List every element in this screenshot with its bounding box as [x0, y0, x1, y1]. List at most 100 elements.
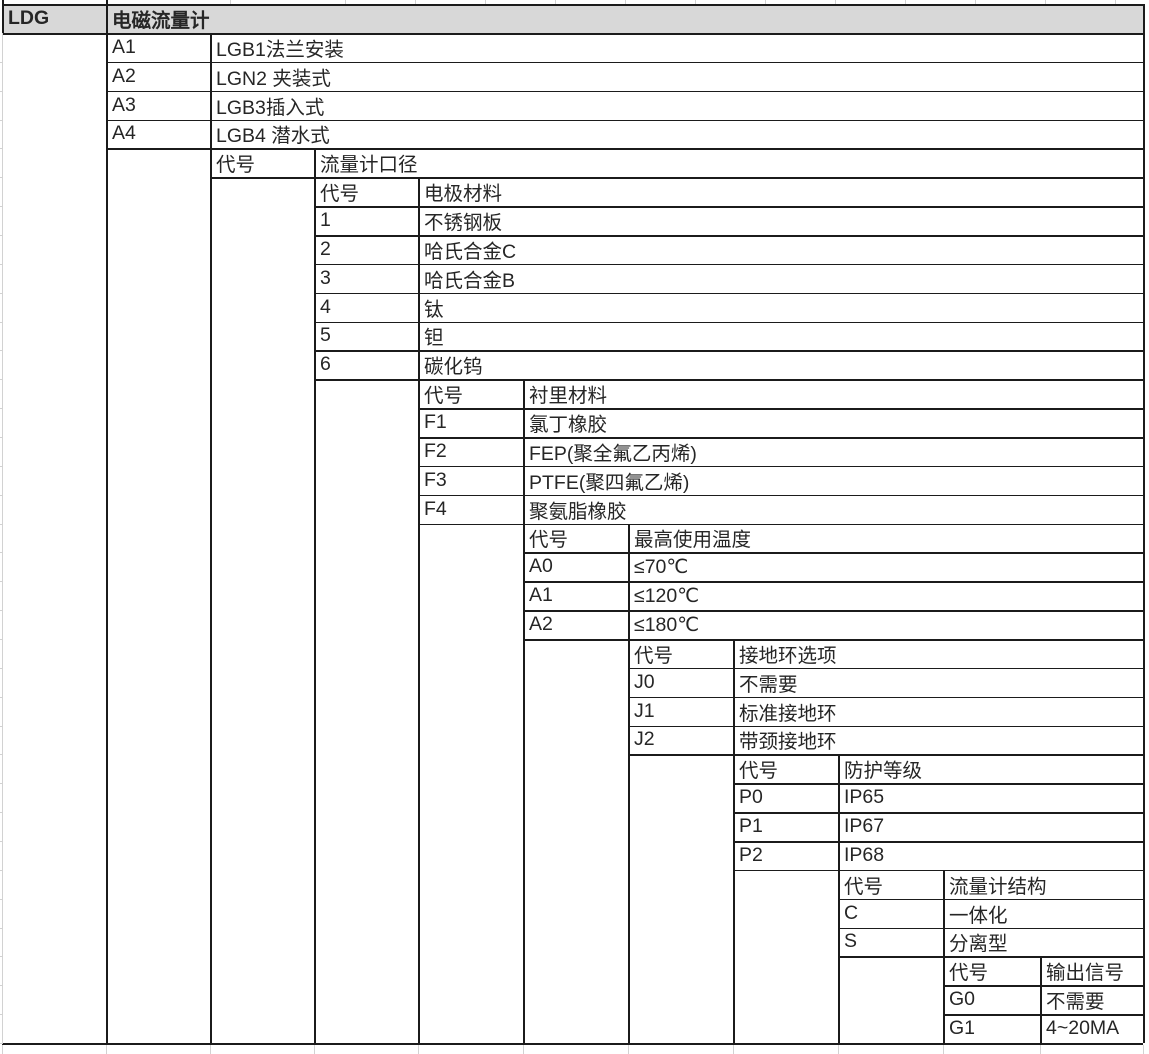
code-cell[interactable]: J0: [628, 668, 733, 697]
border-line: [314, 264, 1143, 266]
border-line: [106, 62, 1143, 64]
border-line: [418, 495, 1143, 497]
desc-cell[interactable]: 氯丁橡胶: [523, 408, 1143, 437]
code-cell[interactable]: 代号: [943, 956, 1040, 985]
code-cell[interactable]: J2: [628, 726, 733, 755]
code-cell[interactable]: A2: [106, 62, 210, 91]
code-cell[interactable]: A2: [523, 610, 628, 639]
code-cell[interactable]: 2: [314, 235, 418, 264]
desc-cell[interactable]: ≤180℃: [628, 610, 1143, 639]
desc-cell[interactable]: ≤120℃: [628, 581, 1143, 610]
grid-tick: [0, 812, 3, 813]
desc-cell[interactable]: IP68: [838, 841, 1143, 870]
desc-cell[interactable]: 钽: [418, 322, 1143, 351]
desc-cell[interactable]: 哈氏合金C: [418, 235, 1143, 264]
desc-cell[interactable]: 最高使用温度: [628, 524, 1143, 553]
desc-cell[interactable]: 不需要: [733, 668, 1143, 697]
grid-tick: [523, 1045, 524, 1054]
code-cell[interactable]: G0: [943, 985, 1040, 1014]
desc-cell[interactable]: 接地环选项: [733, 639, 1143, 668]
code-cell[interactable]: 代号: [733, 754, 838, 783]
grid-tick: [0, 379, 3, 380]
code-cell[interactable]: 4: [314, 293, 418, 322]
border-line: [1143, 4, 1145, 1043]
desc-cell[interactable]: FEP(聚全氟乙丙烯): [523, 437, 1143, 466]
border-line: [523, 552, 1143, 554]
desc-cell[interactable]: 钛: [418, 293, 1143, 322]
desc-cell[interactable]: 带颈接地环: [733, 726, 1143, 755]
code-cell[interactable]: G1: [943, 1014, 1040, 1043]
code-cell[interactable]: P0: [733, 783, 838, 812]
code-cell[interactable]: 代号: [210, 148, 314, 177]
code-cell[interactable]: 代号: [628, 639, 733, 668]
desc-cell[interactable]: 一体化: [943, 899, 1143, 928]
border-line: [628, 697, 1143, 699]
border-line: [628, 524, 630, 1043]
code-cell[interactable]: 代号: [838, 870, 943, 899]
desc-cell[interactable]: 衬里材料: [523, 379, 1143, 408]
desc-cell[interactable]: 不需要: [1040, 985, 1143, 1014]
desc-cell[interactable]: 不锈钢板: [418, 206, 1143, 235]
code-cell[interactable]: F4: [418, 495, 523, 524]
grid-tick: [0, 928, 3, 929]
desc-cell[interactable]: LGN2 夹装式: [210, 62, 1143, 91]
border-line: [314, 293, 1143, 295]
code-cell[interactable]: J1: [628, 697, 733, 726]
code-cell[interactable]: A3: [106, 91, 210, 120]
family-title-cell[interactable]: 电磁流量计: [106, 4, 1143, 33]
code-cell[interactable]: 5: [314, 322, 418, 351]
code-cell[interactable]: 代号: [523, 524, 628, 553]
desc-cell[interactable]: 4~20MA: [1040, 1014, 1143, 1043]
desc-cell[interactable]: 聚氨脂橡胶: [523, 495, 1143, 524]
grid-tick: [0, 552, 3, 553]
desc-cell[interactable]: LGB3插入式: [210, 91, 1143, 120]
desc-cell[interactable]: 流量计口径: [314, 148, 1143, 177]
border-line: [314, 379, 1143, 381]
grid-tick: [0, 437, 3, 438]
code-cell[interactable]: A4: [106, 120, 210, 149]
desc-cell[interactable]: 流量计结构: [943, 870, 1143, 899]
grid-tick: [0, 841, 3, 842]
grid-tick: [106, 0, 108, 4]
code-cell[interactable]: F3: [418, 466, 523, 495]
desc-cell[interactable]: 输出信号: [1040, 956, 1143, 985]
border-line: [106, 148, 1143, 150]
code-cell[interactable]: P1: [733, 812, 838, 841]
code-cell[interactable]: 6: [314, 350, 418, 379]
border-line: [523, 639, 1143, 641]
family-code-cell[interactable]: LDG: [2, 4, 106, 33]
desc-cell[interactable]: LGB4 潜水式: [210, 120, 1143, 149]
spreadsheet-canvas: LDG 电磁流量计 A1LGB1法兰安装A2LGN2 夹装式A3LGB3插入式A…: [0, 0, 1149, 1054]
desc-cell[interactable]: PTFE(聚四氟乙烯): [523, 466, 1143, 495]
desc-cell[interactable]: 防护等级: [838, 754, 1143, 783]
code-cell[interactable]: A1: [523, 581, 628, 610]
desc-cell[interactable]: 标准接地环: [733, 697, 1143, 726]
code-cell[interactable]: S: [838, 928, 943, 957]
border-line: [106, 4, 108, 1043]
desc-cell[interactable]: 电极材料: [418, 177, 1143, 206]
desc-cell[interactable]: LGB1法兰安装: [210, 33, 1143, 62]
border-line: [418, 466, 1143, 468]
code-cell[interactable]: A1: [106, 33, 210, 62]
grid-tick: [1045, 0, 1046, 4]
code-cell[interactable]: 1: [314, 206, 418, 235]
code-cell[interactable]: 3: [314, 264, 418, 293]
desc-cell[interactable]: ≤70℃: [628, 552, 1143, 581]
border-line: [418, 437, 1143, 439]
border-line: [943, 870, 945, 1043]
code-cell[interactable]: C: [838, 899, 943, 928]
border-line: [733, 783, 1143, 785]
desc-cell[interactable]: IP67: [838, 812, 1143, 841]
code-cell[interactable]: F2: [418, 437, 523, 466]
code-cell[interactable]: F1: [418, 408, 523, 437]
desc-cell[interactable]: 碳化钨: [418, 350, 1143, 379]
border-line: [418, 177, 420, 1043]
code-cell[interactable]: P2: [733, 841, 838, 870]
desc-cell[interactable]: 分离型: [943, 928, 1143, 957]
code-cell[interactable]: 代号: [418, 379, 523, 408]
desc-cell[interactable]: IP65: [838, 783, 1143, 812]
grid-tick: [0, 899, 3, 900]
desc-cell[interactable]: 哈氏合金B: [418, 264, 1143, 293]
code-cell[interactable]: 代号: [314, 177, 418, 206]
code-cell[interactable]: A0: [523, 552, 628, 581]
